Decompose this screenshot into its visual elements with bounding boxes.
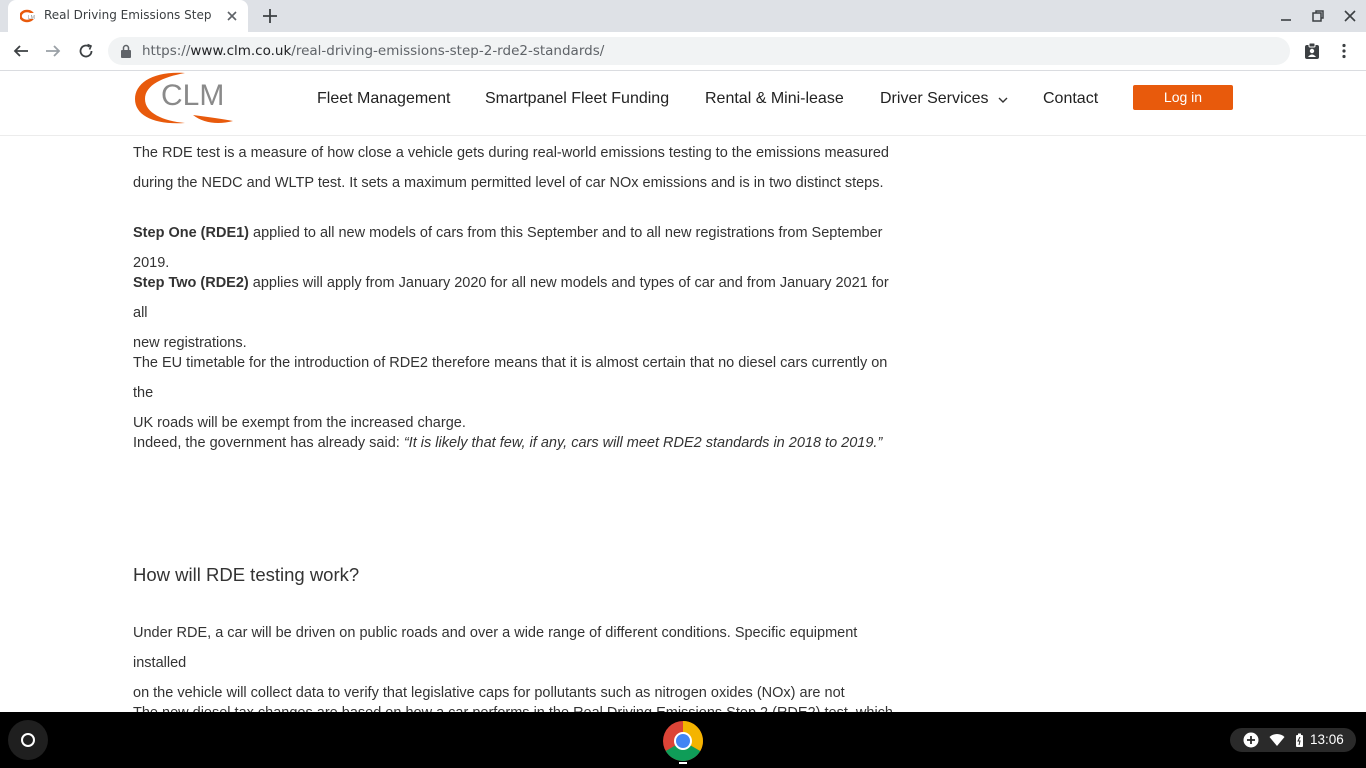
status-tray[interactable]: 13:06 [1230, 728, 1356, 752]
paragraph-line: during the NEDC and WLTP test. It sets a… [133, 175, 884, 191]
tab-strip: LM Real Driving Emissions Step 2 [0, 0, 1366, 32]
logo-text: CLM [161, 79, 224, 112]
paragraph-line: Indeed, the government has already said: [133, 435, 404, 451]
chevron-down-icon [998, 97, 1008, 103]
address-bar[interactable]: https://www.clm.co.uk/real-driving-emiss… [108, 37, 1290, 65]
section-heading: How will RDE testing work? [133, 564, 360, 585]
paragraph-line: Under RDE, a car will be driven on publi… [133, 625, 858, 671]
nav-rental-mini-lease[interactable]: Rental & Mini-lease [705, 90, 844, 108]
nav-driver-services[interactable]: Driver Services [880, 90, 1008, 108]
svg-text:LM: LM [28, 15, 35, 21]
government-quote: “It is likely that few, if any, cars wil… [403, 435, 883, 451]
site-header: CLM Fleet Management Smartpanel Fleet Fu… [0, 71, 1366, 136]
nav-smartpanel-fleet-funding[interactable]: Smartpanel Fleet Funding [485, 90, 669, 108]
chrome-app-icon[interactable] [662, 720, 704, 762]
clm-favicon-icon: LM [20, 9, 36, 23]
clock: 13:06 [1310, 732, 1344, 747]
add-circle-icon [1243, 732, 1259, 748]
clm-logo[interactable]: CLM [133, 71, 233, 125]
reload-icon[interactable] [77, 42, 95, 60]
url-domain: www.clm.co.uk [190, 43, 292, 59]
wifi-icon [1269, 734, 1285, 746]
battery-icon [1296, 733, 1303, 747]
minimize-icon[interactable] [1278, 8, 1294, 24]
url-prefix: https:// [142, 43, 191, 59]
url-text: https://www.clm.co.uk/real-driving-emiss… [142, 43, 604, 59]
os-shelf: 13:06 [0, 712, 1366, 768]
running-app-indicator [679, 762, 687, 764]
paragraph-line: The EU timetable for the introduction of… [133, 355, 888, 401]
nav-contact[interactable]: Contact [1043, 90, 1098, 108]
clipboard-profile-icon[interactable] [1303, 42, 1321, 60]
browser-tab[interactable]: LM Real Driving Emissions Step 2 [8, 0, 248, 32]
url-path: /real-driving-emissions-step-2-rde2-stan… [291, 43, 605, 59]
close-window-icon[interactable] [1342, 8, 1358, 24]
tab-title: Real Driving Emissions Step 2 [44, 8, 214, 22]
step-two-heading: Step Two (RDE2) [133, 275, 249, 291]
new-tab-icon[interactable] [261, 7, 279, 25]
nav-fleet-management[interactable]: Fleet Management [317, 90, 450, 108]
forward-icon[interactable] [44, 42, 62, 60]
step-one-heading: Step One (RDE1) [133, 225, 250, 241]
paragraph-step-two: Step Two (RDE2) applies will apply from … [133, 268, 903, 358]
paragraph-government-quote: Indeed, the government has already said:… [133, 428, 903, 458]
paragraph-eu-timetable: The EU timetable for the introduction of… [133, 348, 903, 438]
restore-icon[interactable] [1310, 8, 1326, 24]
back-icon[interactable] [12, 42, 30, 60]
close-tab-icon[interactable] [224, 8, 240, 24]
paragraph-line: The RDE test is a measure of how close a… [133, 145, 889, 161]
launcher-button[interactable] [8, 720, 48, 760]
launcher-circle-icon [21, 733, 35, 747]
login-button[interactable]: Log in [1133, 85, 1233, 110]
nav-driver-services-label: Driver Services [880, 90, 989, 107]
lock-icon [121, 44, 131, 58]
browser-toolbar: https://www.clm.co.uk/real-driving-emiss… [0, 32, 1366, 71]
menu-kebab-icon[interactable] [1335, 42, 1353, 60]
paragraph-rde-test: The RDE test is a measure of how close a… [133, 138, 903, 198]
